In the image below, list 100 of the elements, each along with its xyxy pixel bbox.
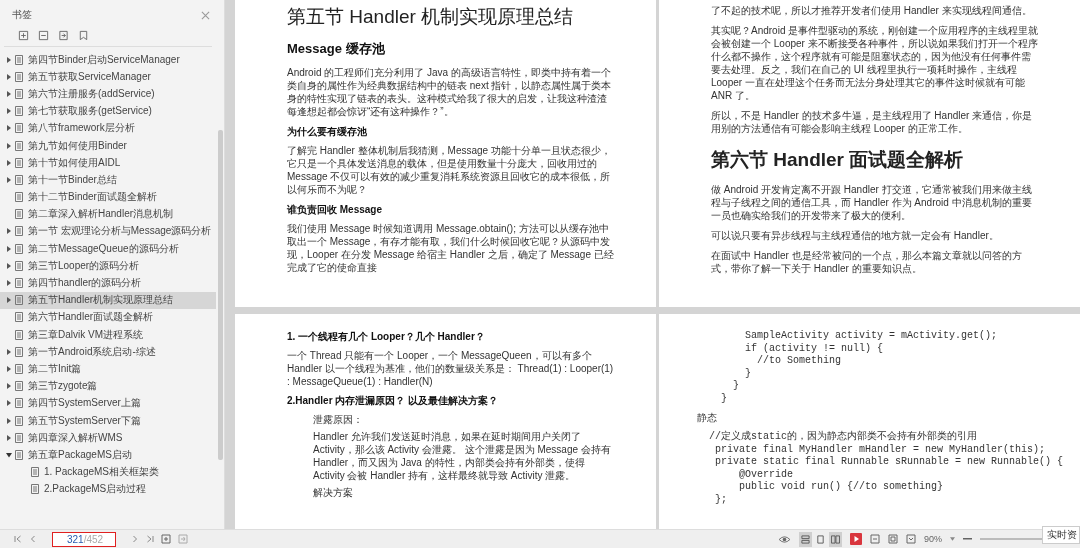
bookmark-item[interactable]: 第二节MessageQueue的源码分析 bbox=[0, 240, 216, 258]
add-page-icon[interactable] bbox=[161, 534, 172, 544]
collapsed-arrow-icon[interactable] bbox=[6, 56, 12, 63]
bookmark-icon bbox=[31, 467, 39, 478]
bookmark-item[interactable]: 第五章PackageMS启动 bbox=[0, 446, 216, 464]
play-icon[interactable] bbox=[850, 533, 862, 545]
bookmark-item[interactable]: 1. PackageMS相关框架类 bbox=[0, 463, 216, 481]
collapsed-arrow-icon[interactable] bbox=[6, 159, 12, 166]
bookmark-item[interactable]: 2.PackageMS启动过程 bbox=[0, 480, 216, 498]
bookmark-item[interactable]: 第六节注册服务(addService) bbox=[0, 85, 216, 103]
eye-icon[interactable] bbox=[778, 534, 791, 544]
collapsed-arrow-icon[interactable] bbox=[6, 90, 12, 97]
view-mode-button[interactable] bbox=[799, 531, 812, 547]
collapsed-arrow-icon[interactable] bbox=[6, 434, 12, 441]
collapsed-arrow-icon[interactable] bbox=[6, 417, 12, 424]
bookmark-item[interactable]: 第五节获取ServiceManager bbox=[0, 68, 216, 86]
bookmark-icon bbox=[15, 140, 23, 151]
bookmark-item[interactable]: 第十节如何使用AIDL bbox=[0, 154, 216, 172]
collapsed-arrow-icon[interactable] bbox=[6, 176, 12, 183]
paragraph: 所以，不是 Handler 的技术多牛逼，是主线程用了 Handler 来通信，你是用别的方法通信有可能会影响主线程 Looper 的正常工作。 bbox=[711, 109, 1034, 135]
bookmark-item[interactable]: 第五节SystemServer下篇 bbox=[0, 411, 216, 430]
collapsed-arrow-icon[interactable] bbox=[6, 262, 12, 269]
bookmark-item[interactable]: 第二章深入解析Handler消息机制 bbox=[0, 205, 216, 223]
collapsed-arrow-icon[interactable] bbox=[6, 125, 12, 132]
paragraph: 其实呢？Android 是事件型驱动的系统，刚创建一个应用程序的主线程里就会被创建一个 Looper 来不断接受各种事件，所以说如果我们打开一个程序什么都不操作，这个程序就有可能是阻塞状态的，因为他没有任何事件需要去处理。反之，我们在自己的 UI 线程里执行一项耗时操作，主线程 Looper 一直在处理这个任务而无法分身处理其它的事件这时候就有可能 ANR 了。 bbox=[711, 24, 1040, 102]
bookmark-icon bbox=[15, 192, 23, 203]
bookmark-icon bbox=[15, 106, 23, 117]
bookmark-icon bbox=[15, 346, 23, 357]
bookmark-item[interactable]: 第四节handler的源码分析 bbox=[0, 274, 216, 292]
code-line: private final MyHandler mHandler = new MyHandler(this); bbox=[714, 443, 1047, 456]
subheading: 谁负责回收 Message bbox=[287, 203, 384, 217]
bookmark-item[interactable]: 第四节Binder启动ServiceManager bbox=[0, 51, 216, 69]
bookmark-icon bbox=[15, 243, 23, 254]
paragraph: 在面试中 Handler 也是经常被问的一个点，那么本篇文章就以问答的方式，带你了解一下关于 Handler 的重要知识点。 bbox=[711, 249, 1023, 275]
code-line: public void run() {//to something} bbox=[738, 481, 945, 494]
code-line: } bbox=[744, 367, 752, 380]
bookmark-item[interactable]: 第六节Handler面试题全解析 bbox=[0, 308, 216, 326]
view-mode-button[interactable] bbox=[829, 531, 842, 547]
bookmark-item[interactable]: 第九节如何使用Binder bbox=[0, 136, 216, 155]
bookmark-item[interactable]: 第一节 宏观理论分析与Message源码分析 bbox=[0, 222, 216, 241]
panel-title: 书签 bbox=[12, 8, 32, 22]
subheading: 2.Handler 内存泄漏原因？ 以及最佳解决方案？ bbox=[287, 394, 500, 408]
bookmark-item[interactable]: 第二节Init篇 bbox=[0, 360, 216, 378]
collapsed-arrow-icon[interactable] bbox=[6, 228, 12, 235]
paragraph: 可以说只要有异步线程与主线程通信的地方就一定会有 Handler。 bbox=[711, 229, 1000, 242]
heading: Message 缓存池 bbox=[287, 40, 386, 58]
page-number-field[interactable]: 321/452 bbox=[52, 531, 117, 547]
bookmark-icon bbox=[15, 71, 23, 82]
collapsed-arrow-icon[interactable] bbox=[6, 108, 12, 115]
bookmark-icon bbox=[15, 449, 23, 460]
bookmark-item[interactable]: 第四章深入解析WMS bbox=[0, 429, 216, 447]
actual-size-icon[interactable] bbox=[906, 534, 916, 544]
code-line: } bbox=[720, 392, 728, 405]
fit-page-icon[interactable] bbox=[888, 534, 898, 544]
paragraph: Handler 允许我们发送延时消息，如果在延时期间用户关闭了 Activity，那么该 Activity 会泄露。 这个泄露是因为 Message 会持有 Handler，而又因为 Java 的特性，内部类会持有外部类，使得 Activity 会被 Handler 持有，这样最终就导致 Activity 泄露。 bbox=[312, 430, 612, 482]
paragraph: Android 的工程师们充分利用了 Java 的高级语言特性，即类中持有着一个类自身的属性作为经典数据结构中的链表 next 指针，以静态属性属于类本身的特性实现了链表的表头。这种模式给我了很大的启发，让我这种渣渣每逢想起都会惊讶“还有这种操作？”。 bbox=[287, 66, 613, 118]
fit-width-icon[interactable] bbox=[870, 534, 880, 544]
bookmark-icon bbox=[15, 226, 23, 237]
collapsed-arrow-icon[interactable] bbox=[6, 400, 12, 407]
caret-icon[interactable] bbox=[950, 537, 955, 541]
paragraph: 做 Android 开发肯定离不开跟 Handler 打交道，它通常被我们用来做主线程与子线程之间的通信工具，而 Handler 作为 Android 中消息机制的重要一员也确实给我们的开发带来了极大的便利。 bbox=[711, 183, 1033, 222]
bookmark-item[interactable]: 第七节获取服务(getService) bbox=[0, 102, 216, 120]
bookmark-item[interactable]: 第十一节Binder总结 bbox=[0, 171, 216, 189]
collapsed-arrow-icon[interactable] bbox=[6, 365, 12, 372]
bookmark-item[interactable]: 第十二节Binder面试题全解析 bbox=[0, 188, 216, 206]
zoom-dropdown[interactable]: 90% bbox=[924, 534, 942, 544]
collapsed-arrow-icon[interactable] bbox=[6, 297, 12, 304]
collapsed-arrow-icon[interactable] bbox=[6, 245, 12, 252]
paragraph: 解决方案 bbox=[312, 486, 354, 499]
bookmark-icon bbox=[15, 329, 23, 340]
bookmark-item[interactable]: 第八节framework层分析 bbox=[0, 119, 216, 137]
first-page-icon[interactable] bbox=[14, 535, 22, 543]
code-line: private static final Runnable sRunnable = new Runnable() { bbox=[714, 456, 1065, 469]
bookmark-item[interactable]: 第一节Android系统启动-综述 bbox=[0, 343, 216, 361]
paragraph: 我们使用 Message 时候知道调用 Message.obtain(); 方法可以从缓存池中取出一个 Message，有存才能有取，我们什么时候回收它呢？从源码中发现，Looper 在分发 Message 给宿主 Handler 之后，确定了 Message 已经完成了它的使命直接 bbox=[287, 222, 615, 274]
bookmark-icon bbox=[15, 278, 23, 289]
bookmark-item[interactable]: 第五节Handler机制实现原理总结 bbox=[0, 291, 216, 309]
bookmark-icon bbox=[15, 381, 23, 392]
collapsed-arrow-icon[interactable] bbox=[6, 280, 12, 287]
code-line: if (activity != null) { bbox=[744, 342, 885, 355]
bookmark-icon bbox=[15, 312, 23, 323]
bookmark-item[interactable]: 第三节zygote篇 bbox=[0, 377, 216, 395]
bookmark-page-icon[interactable] bbox=[78, 30, 89, 41]
bookmark-item[interactable]: 第三节Looper的源码分析 bbox=[0, 257, 216, 275]
bookmark-icon bbox=[15, 157, 23, 168]
collapsed-arrow-icon[interactable] bbox=[6, 142, 12, 149]
code-line: SampleActivity activity = mActivity.get(); bbox=[744, 330, 999, 343]
code-line: //to Something bbox=[756, 355, 843, 368]
paragraph: 了解完 Handler 整体机制后我猜测，Message 功能十分单一且状态很少，它只是一个具体发送消息的载体，但是使用数量十分庞大，回收用过的 Message 不仅可以有效的减少重复消耗系统资源且回收它的成本很低，所以何乐而不为呢？ bbox=[287, 144, 612, 196]
bookmark-icon bbox=[15, 398, 23, 409]
bookmark-icon bbox=[15, 88, 23, 99]
collapsed-arrow-icon[interactable] bbox=[6, 383, 12, 390]
collapsed-arrow-icon[interactable] bbox=[6, 73, 12, 80]
bookmark-item[interactable]: 第四节SystemServer上篇 bbox=[0, 394, 216, 412]
scrollbar[interactable] bbox=[218, 130, 223, 460]
expanded-arrow-icon[interactable] bbox=[6, 451, 12, 458]
page-arrow-icon[interactable] bbox=[58, 30, 69, 41]
last-page-icon[interactable] bbox=[146, 535, 155, 543]
collapsed-arrow-icon[interactable] bbox=[6, 348, 12, 355]
bookmark-item[interactable]: 第三章Dalvik VM进程系统 bbox=[0, 326, 216, 344]
